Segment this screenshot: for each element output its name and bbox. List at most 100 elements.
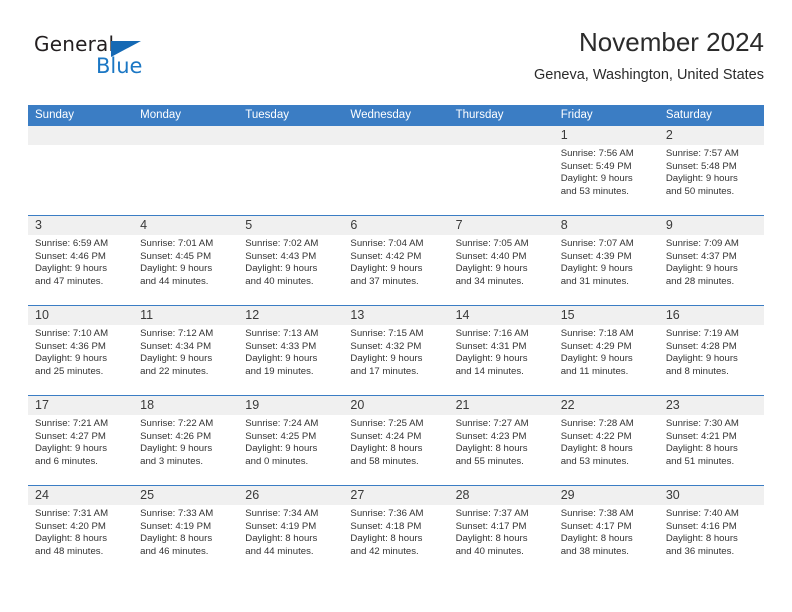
sunset-text: Sunset: 4:33 PM — [245, 340, 317, 352]
day-cell[interactable]: 16 Sunrise: 7:19 AM Sunset: 4:28 PM Dayl… — [658, 306, 764, 395]
day-details: Sunrise: 7:28 AM Sunset: 4:22 PM Dayligh… — [554, 415, 659, 468]
daylight-text-line2: and 37 minutes. — [350, 275, 419, 287]
daylight-text-line1: Daylight: 8 hours — [560, 533, 633, 545]
daylight-text-line2: and 53 minutes. — [560, 455, 629, 467]
daylight-text-line1: Daylight: 9 hours — [560, 263, 633, 275]
day-cell[interactable]: 10 Sunrise: 7:10 AM Sunset: 4:36 PM Dayl… — [28, 306, 134, 395]
sunset-text: Sunset: 4:29 PM — [560, 340, 632, 352]
day-number-strip: 27 — [343, 486, 449, 505]
day-number-strip: 1 — [553, 126, 659, 145]
day-number-strip — [28, 126, 134, 145]
sunset-text: Sunset: 4:28 PM — [665, 340, 737, 352]
day-cell[interactable]: 20 Sunrise: 7:25 AM Sunset: 4:24 PM Dayl… — [343, 396, 449, 485]
day-cell[interactable]: 3 Sunrise: 6:59 AM Sunset: 4:46 PM Dayli… — [28, 216, 134, 305]
day-cell[interactable]: 30 Sunrise: 7:40 AM Sunset: 4:16 PM Dayl… — [658, 486, 764, 575]
day-details: Sunrise: 7:36 AM Sunset: 4:18 PM Dayligh… — [343, 505, 448, 558]
sunrise-text: Sunrise: 7:31 AM — [35, 508, 109, 519]
sunset-text: Sunset: 4:19 PM — [245, 520, 317, 532]
day-number-strip: 20 — [343, 396, 449, 415]
sunset-text: Sunset: 4:17 PM — [560, 520, 632, 532]
day-number-strip: 15 — [553, 306, 659, 325]
sunset-text: Sunset: 4:40 PM — [455, 250, 527, 262]
sunrise-text: Sunrise: 7:01 AM — [140, 238, 214, 249]
day-number: 24 — [35, 488, 49, 502]
daylight-text-line2: and 38 minutes. — [560, 545, 629, 557]
day-cell[interactable]: 18 Sunrise: 7:22 AM Sunset: 4:26 PM Dayl… — [133, 396, 239, 485]
daylight-text-line2: and 6 minutes. — [35, 455, 98, 467]
day-number: 29 — [560, 488, 575, 502]
day-cell[interactable]: 8 Sunrise: 7:07 AM Sunset: 4:39 PM Dayli… — [553, 216, 659, 305]
day-cell[interactable]: 29 Sunrise: 7:38 AM Sunset: 4:17 PM Dayl… — [553, 486, 659, 575]
daylight-text-line1: Daylight: 9 hours — [665, 353, 738, 365]
sunset-text: Sunset: 4:46 PM — [35, 250, 106, 262]
page-title: November 2024 — [579, 27, 764, 57]
day-cell[interactable]: 27 Sunrise: 7:36 AM Sunset: 4:18 PM Dayl… — [343, 486, 449, 575]
day-cell[interactable]: 15 Sunrise: 7:18 AM Sunset: 4:29 PM Dayl… — [553, 306, 659, 395]
sunset-text: Sunset: 5:48 PM — [665, 160, 737, 172]
day-cell[interactable]: 25 Sunrise: 7:33 AM Sunset: 4:19 PM Dayl… — [133, 486, 239, 575]
day-cell[interactable]: 13 Sunrise: 7:15 AM Sunset: 4:32 PM Dayl… — [343, 306, 449, 395]
day-cell[interactable]: 17 Sunrise: 7:21 AM Sunset: 4:27 PM Dayl… — [28, 396, 134, 485]
week-row: 1 Sunrise: 7:56 AM Sunset: 5:49 PM Dayli… — [28, 126, 764, 215]
sunset-text: Sunset: 4:43 PM — [245, 250, 317, 262]
weekday-thursday: Thursday — [455, 109, 504, 121]
day-cell[interactable]: 4 Sunrise: 7:01 AM Sunset: 4:45 PM Dayli… — [133, 216, 239, 305]
day-number-strip: 28 — [448, 486, 554, 505]
page-subtitle: Geneva, Washington, United States — [534, 67, 764, 83]
generalblue-logo[interactable]: General Blue — [34, 32, 174, 84]
day-cell[interactable] — [238, 126, 344, 215]
day-details: Sunrise: 7:38 AM Sunset: 4:17 PM Dayligh… — [554, 505, 659, 558]
weekday-friday: Friday — [560, 109, 593, 121]
day-cell[interactable] — [448, 126, 554, 215]
day-number-strip: 10 — [28, 306, 134, 325]
day-number-strip: 19 — [238, 396, 344, 415]
day-number: 13 — [350, 308, 365, 322]
day-cell[interactable]: 21 Sunrise: 7:27 AM Sunset: 4:23 PM Dayl… — [448, 396, 554, 485]
day-details: Sunrise: 7:34 AM Sunset: 4:19 PM Dayligh… — [238, 505, 343, 558]
day-cell[interactable]: 11 Sunrise: 7:12 AM Sunset: 4:34 PM Dayl… — [133, 306, 239, 395]
day-details: Sunrise: 7:37 AM Sunset: 4:17 PM Dayligh… — [449, 505, 554, 558]
daylight-text-line1: Daylight: 9 hours — [35, 263, 107, 275]
day-cell[interactable]: 12 Sunrise: 7:13 AM Sunset: 4:33 PM Dayl… — [238, 306, 344, 395]
daylight-text-line2: and 36 minutes. — [665, 545, 735, 557]
day-details: Sunrise: 7:33 AM Sunset: 4:19 PM Dayligh… — [133, 505, 238, 558]
day-number: 30 — [665, 488, 680, 502]
day-cell[interactable]: 24 Sunrise: 7:31 AM Sunset: 4:20 PM Dayl… — [28, 486, 134, 575]
day-number-strip: 13 — [343, 306, 449, 325]
logo-text-general: General — [34, 32, 115, 56]
day-cell[interactable]: 23 Sunrise: 7:30 AM Sunset: 4:21 PM Dayl… — [658, 396, 764, 485]
day-cell[interactable]: 5 Sunrise: 7:02 AM Sunset: 4:43 PM Dayli… — [238, 216, 344, 305]
day-cell[interactable] — [133, 126, 239, 215]
day-cell[interactable]: 9 Sunrise: 7:09 AM Sunset: 4:37 PM Dayli… — [658, 216, 764, 305]
sunset-text: Sunset: 4:22 PM — [560, 430, 632, 442]
day-number-strip — [238, 126, 344, 145]
day-number: 17 — [35, 398, 49, 412]
weekday-tuesday: Tuesday — [245, 109, 289, 121]
day-cell[interactable]: 1 Sunrise: 7:56 AM Sunset: 5:49 PM Dayli… — [553, 126, 659, 215]
day-number-strip: 6 — [343, 216, 449, 235]
daylight-text-line2: and 42 minutes. — [350, 545, 419, 557]
day-cell[interactable]: 22 Sunrise: 7:28 AM Sunset: 4:22 PM Dayl… — [553, 396, 659, 485]
daylight-text-line1: Daylight: 9 hours — [455, 353, 528, 365]
day-cell[interactable]: 7 Sunrise: 7:05 AM Sunset: 4:40 PM Dayli… — [448, 216, 554, 305]
day-cell[interactable] — [28, 126, 134, 215]
day-number-strip: 22 — [553, 396, 659, 415]
day-cell[interactable]: 14 Sunrise: 7:16 AM Sunset: 4:31 PM Dayl… — [448, 306, 554, 395]
day-details: Sunrise: 7:24 AM Sunset: 4:25 PM Dayligh… — [238, 415, 343, 468]
day-cell[interactable] — [343, 126, 449, 215]
day-cell[interactable]: 28 Sunrise: 7:37 AM Sunset: 4:17 PM Dayl… — [448, 486, 554, 575]
day-cell[interactable]: 19 Sunrise: 7:24 AM Sunset: 4:25 PM Dayl… — [238, 396, 344, 485]
daylight-text-line2: and 3 minutes. — [140, 455, 204, 467]
day-cell[interactable]: 26 Sunrise: 7:34 AM Sunset: 4:19 PM Dayl… — [238, 486, 344, 575]
day-cell[interactable]: 6 Sunrise: 7:04 AM Sunset: 4:42 PM Dayli… — [343, 216, 449, 305]
day-number: 26 — [245, 488, 260, 502]
day-cell[interactable]: 2 Sunrise: 7:57 AM Sunset: 5:48 PM Dayli… — [658, 126, 764, 215]
daylight-text-line1: Daylight: 9 hours — [245, 263, 318, 275]
daylight-text-line1: Daylight: 9 hours — [245, 443, 318, 455]
logo-text-blue: Blue — [96, 54, 143, 78]
daylight-text-line1: Daylight: 8 hours — [350, 533, 423, 545]
day-details: Sunrise: 7:21 AM Sunset: 4:27 PM Dayligh… — [28, 415, 133, 468]
day-number-strip: 3 — [28, 216, 134, 235]
sunrise-text: Sunrise: 7:05 AM — [455, 238, 529, 249]
sunrise-text: Sunrise: 7:02 AM — [245, 238, 319, 249]
